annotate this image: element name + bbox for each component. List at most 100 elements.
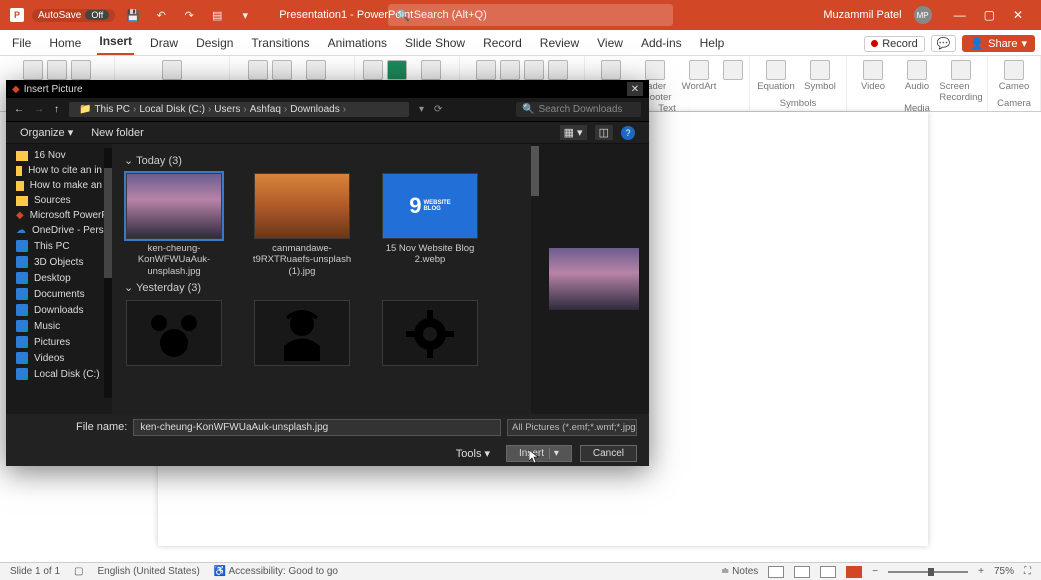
notes-button[interactable]: ≐ Notes — [721, 566, 758, 577]
user-name[interactable]: Muzammil Patel — [823, 9, 901, 21]
symbol-button[interactable]: Symbol — [800, 60, 840, 92]
action-icon[interactable] — [524, 60, 544, 80]
breadcrumb-segment[interactable]: Downloads — [290, 104, 339, 115]
file-thumb[interactable] — [252, 300, 352, 366]
cameo-button[interactable]: Cameo — [994, 60, 1034, 92]
link-icon[interactable] — [500, 60, 520, 80]
tab-slide-show[interactable]: Slide Show — [403, 32, 467, 55]
file-filter-select[interactable]: All Pictures (*.emf;*.wmf;*.jpg;* ▾ — [507, 419, 637, 436]
sidebar-item[interactable]: How to make an — [6, 178, 112, 193]
view-mode-icon[interactable]: ▦ ▾ — [560, 125, 587, 140]
tab-animations[interactable]: Animations — [326, 32, 389, 55]
file-group-header[interactable]: ⌄ Yesterday (3) — [124, 281, 527, 294]
cancel-button[interactable]: Cancel — [580, 445, 637, 462]
organize-button[interactable]: Organize ▾ — [20, 126, 73, 139]
sidebar-scrollbar[interactable] — [104, 148, 112, 398]
file-thumb[interactable]: 9WEBSITEBLOG15 Nov Website Blog 2.webp — [380, 173, 480, 277]
tab-design[interactable]: Design — [194, 32, 235, 55]
redo-icon[interactable]: ↷ — [179, 5, 199, 25]
new-folder-button[interactable]: New folder — [91, 127, 144, 139]
equation-button[interactable]: Equation — [756, 60, 796, 92]
search-input[interactable]: 🔍 Search (Alt+Q) — [388, 4, 673, 26]
address-bar[interactable]: 📁 This PC›Local Disk (C:)›Users›Ashfaq›D… — [69, 102, 409, 117]
autosave-toggle[interactable]: AutoSave Off — [32, 9, 115, 22]
zoom-icon[interactable] — [476, 60, 496, 80]
forward-icon[interactable]: → — [34, 104, 44, 115]
sidebar-item[interactable]: Pictures — [6, 334, 112, 350]
insert-dropdown-icon[interactable]: ▾ — [549, 448, 559, 459]
zoom-slider[interactable] — [888, 571, 968, 573]
sidebar-item[interactable]: ◆Microsoft PowerP — [6, 208, 112, 223]
slideshow-icon[interactable]: ▤ — [207, 5, 227, 25]
save-icon[interactable]: 💾 — [123, 5, 143, 25]
wordart-button[interactable]: WordArt — [679, 60, 719, 92]
table-icon[interactable] — [47, 60, 67, 80]
tab-view[interactable]: View — [595, 32, 625, 55]
sidebar-item[interactable]: Downloads — [6, 302, 112, 318]
book-icon[interactable]: ▢ — [74, 566, 83, 577]
fit-icon[interactable]: ⛶ — [1024, 566, 1031, 577]
share-button[interactable]: 👤Share▾ — [962, 35, 1035, 52]
chart-icon[interactable] — [363, 60, 383, 80]
slideshow-view-icon[interactable] — [846, 566, 862, 578]
tab-home[interactable]: Home — [47, 32, 83, 55]
sidebar-item[interactable]: Documents — [6, 286, 112, 302]
normal-view-icon[interactable] — [768, 566, 784, 578]
dialog-file-list[interactable]: ⌄ Today (3)ken-cheung-KonWFWUaAuk-unspla… — [112, 144, 539, 414]
sidebar-item[interactable]: Music — [6, 318, 112, 334]
sidebar-item[interactable]: ☁OneDrive - Person — [6, 223, 112, 238]
sidebar-item[interactable]: 16 Nov — [6, 148, 112, 163]
breadcrumb-segment[interactable]: This PC — [94, 104, 130, 115]
minimize-icon[interactable]: — — [954, 8, 966, 22]
forms-icon[interactable] — [387, 60, 407, 80]
dialog-close-icon[interactable]: ✕ — [627, 82, 643, 96]
undo-icon[interactable]: ↶ — [151, 5, 171, 25]
accessibility-icon[interactable]: ♿ Accessibility: Good to go — [214, 566, 338, 577]
breadcrumb-segment[interactable]: Local Disk (C:) — [139, 104, 205, 115]
tab-insert[interactable]: Insert — [97, 30, 134, 55]
refresh2-icon[interactable]: ⟳ — [434, 104, 442, 115]
maximize-icon[interactable]: ▢ — [984, 8, 995, 22]
sidebar-item[interactable]: How to cite an in — [6, 163, 112, 178]
back-icon[interactable]: ← — [14, 104, 24, 115]
tab-help[interactable]: Help — [698, 32, 727, 55]
sidebar-item[interactable]: Videos — [6, 350, 112, 366]
file-thumb[interactable] — [380, 300, 480, 366]
new-slide-icon[interactable] — [23, 60, 43, 80]
icons-icon[interactable] — [272, 60, 292, 80]
preview-pane-icon[interactable]: ◫ — [595, 125, 613, 140]
tab-draw[interactable]: Draw — [148, 32, 180, 55]
comment-icon[interactable] — [548, 60, 568, 80]
tab-add-ins[interactable]: Add-ins — [639, 32, 684, 55]
sidebar-item[interactable]: Local Disk (C:) — [6, 366, 112, 382]
sidebar-item[interactable]: Sources — [6, 193, 112, 208]
tab-record[interactable]: Record — [481, 32, 524, 55]
shapes-icon[interactable] — [248, 60, 268, 80]
tab-transitions[interactable]: Transitions — [249, 32, 311, 55]
zoom-out-icon[interactable]: − — [872, 566, 878, 577]
screenrec-button[interactable]: Screen Recording — [941, 60, 981, 103]
file-thumb[interactable]: canmandawe-t9RXTRuaefs-unsplash (1).jpg — [252, 173, 352, 277]
close-icon[interactable]: ✕ — [1013, 8, 1023, 22]
sorter-view-icon[interactable] — [794, 566, 810, 578]
language-indicator[interactable]: English (United States) — [98, 566, 200, 577]
qat-dropdown-icon[interactable]: ▾ — [235, 5, 255, 25]
video-button[interactable]: Video — [853, 60, 893, 92]
sidebar-item[interactable]: Desktop — [6, 270, 112, 286]
breadcrumb-segment[interactable]: Users — [214, 104, 240, 115]
file-name-input[interactable] — [133, 419, 501, 436]
tab-review[interactable]: Review — [538, 32, 581, 55]
comments-icon[interactable]: 💬 — [931, 35, 957, 52]
insert-button[interactable]: Insert ▾ — [506, 445, 572, 462]
zoom-in-icon[interactable]: + — [978, 566, 984, 577]
filelist-scrollbar[interactable] — [531, 144, 539, 414]
avatar[interactable]: MP — [914, 6, 932, 24]
audio-button[interactable]: Audio — [897, 60, 937, 92]
file-thumb[interactable] — [124, 300, 224, 366]
help-icon[interactable]: ? — [621, 126, 635, 140]
tab-file[interactable]: File — [10, 32, 33, 55]
breadcrumb-segment[interactable]: Ashfaq — [250, 104, 281, 115]
tools-dropdown[interactable]: Tools ▾ — [456, 447, 490, 460]
up-icon[interactable]: ↑ — [54, 104, 59, 115]
record-button[interactable]: Record — [864, 36, 924, 52]
